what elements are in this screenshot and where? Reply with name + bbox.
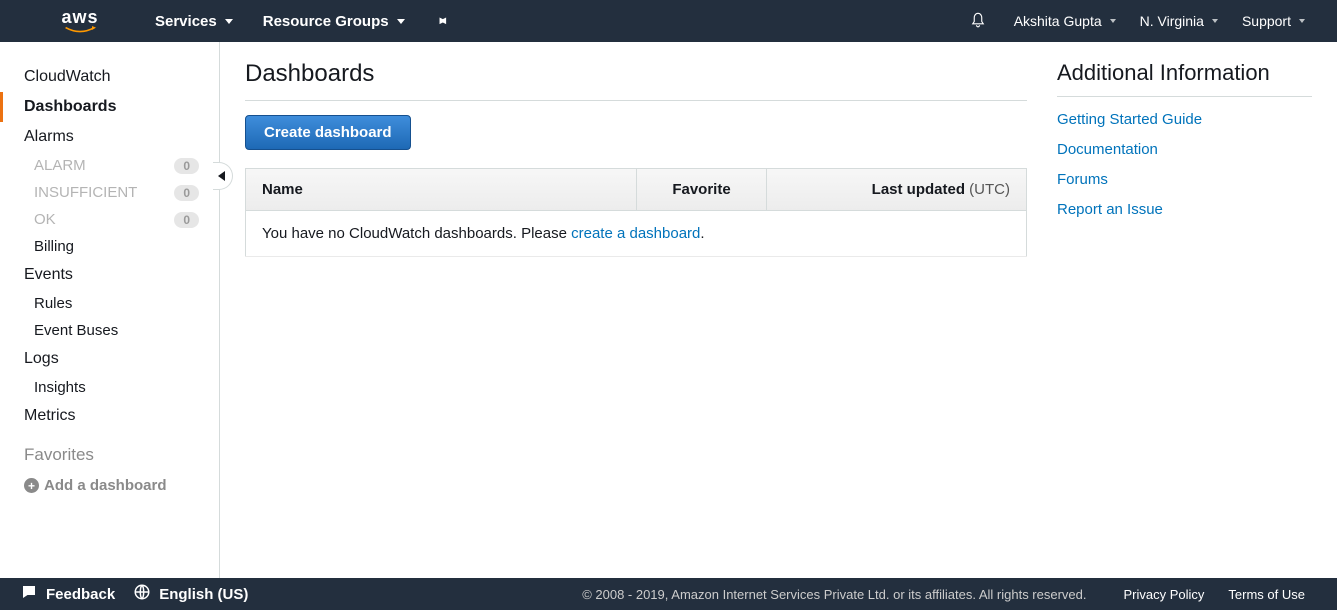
sidebar-billing[interactable]: Billing [0,233,219,260]
add-dashboard-button[interactable]: + Add a dashboard [0,471,219,500]
insufficient-count: 0 [174,185,199,201]
caret-down-icon [1299,19,1305,23]
link-getting-started[interactable]: Getting Started Guide [1057,111,1312,128]
support-menu[interactable]: Support [1230,13,1317,29]
ok-label: OK [34,211,56,228]
chat-icon [20,583,38,605]
user-menu[interactable]: Akshita Gupta [1002,13,1128,29]
alarm-state-count: 0 [174,158,199,174]
pin-icon[interactable] [420,13,464,30]
sidebar-events[interactable]: Events [0,260,219,290]
top-nav: aws Services Resource Groups Akshita Gup… [0,0,1337,42]
region-label: N. Virginia [1140,13,1204,29]
add-dashboard-label: Add a dashboard [44,477,167,494]
billing-label: Billing [34,238,74,255]
aws-logo-text: aws [61,8,98,26]
caret-down-icon [1110,19,1116,23]
caret-down-icon [225,19,233,24]
create-dashboard-button[interactable]: Create dashboard [245,115,411,150]
empty-message: You have no CloudWatch dashboards. Pleas… [246,211,1027,257]
sidebar-insights[interactable]: Insights [0,374,219,401]
region-menu[interactable]: N. Virginia [1128,13,1230,29]
sidebar: CloudWatch Dashboards Alarms ALARM 0 INS… [0,42,220,578]
globe-icon [133,583,151,605]
info-panel: Additional Information Getting Started G… [1057,60,1312,578]
sidebar-metrics[interactable]: Metrics [0,401,219,431]
column-favorite[interactable]: Favorite [637,169,767,211]
services-menu[interactable]: Services [140,0,248,42]
caret-down-icon [1212,19,1218,23]
aws-swoosh-icon [60,26,100,34]
resource-groups-menu[interactable]: Resource Groups [248,0,420,42]
sidebar-insufficient[interactable]: INSUFFICIENT 0 [0,179,219,206]
feedback-button[interactable]: Feedback [20,583,115,605]
footer: Feedback English (US) © 2008 - 2019, Ama… [0,578,1337,610]
sidebar-event-buses[interactable]: Event Buses [0,317,219,344]
column-last-updated[interactable]: Last updated (UTC) [767,169,1027,211]
empty-suffix: . [700,225,704,242]
sidebar-alarm-state[interactable]: ALARM 0 [0,152,219,179]
create-dashboard-link[interactable]: create a dashboard [571,225,700,242]
favorites-heading: Favorites [0,431,219,471]
content-main: Dashboards Create dashboard Name Favorit… [245,60,1027,578]
updated-label: Last updated [872,181,965,198]
sidebar-cloudwatch[interactable]: CloudWatch [0,62,219,92]
sidebar-rules[interactable]: Rules [0,290,219,317]
caret-down-icon [397,19,405,24]
link-documentation[interactable]: Documentation [1057,141,1312,158]
link-report-issue[interactable]: Report an Issue [1057,201,1312,218]
rules-label: Rules [34,295,72,312]
column-name[interactable]: Name [246,169,637,211]
support-label: Support [1242,13,1291,29]
dashboards-table: Name Favorite Last updated (UTC) You hav… [245,168,1027,257]
info-title: Additional Information [1057,60,1312,97]
updated-utc: (UTC) [965,181,1010,198]
sidebar-ok[interactable]: OK 0 [0,206,219,233]
sidebar-logs[interactable]: Logs [0,344,219,374]
aws-logo[interactable]: aws [60,8,100,34]
language-selector[interactable]: English (US) [133,583,248,605]
empty-prefix: You have no CloudWatch dashboards. Pleas… [262,225,571,242]
feedback-label: Feedback [46,586,115,603]
language-label: English (US) [159,586,248,603]
notifications-icon[interactable] [954,11,1002,32]
page-title: Dashboards [245,60,1027,101]
sidebar-alarms[interactable]: Alarms [0,122,219,152]
alarm-state-label: ALARM [34,157,86,174]
link-forums[interactable]: Forums [1057,171,1312,188]
user-label: Akshita Gupta [1014,13,1102,29]
plus-circle-icon: + [24,478,39,493]
ok-count: 0 [174,212,199,228]
services-label: Services [155,13,217,30]
sidebar-dashboards[interactable]: Dashboards [0,92,219,122]
insufficient-label: INSUFFICIENT [34,184,137,201]
privacy-link[interactable]: Privacy Policy [1112,587,1217,602]
terms-link[interactable]: Terms of Use [1216,587,1317,602]
resource-groups-label: Resource Groups [263,13,389,30]
footer-copyright: © 2008 - 2019, Amazon Internet Services … [582,587,1111,602]
insights-label: Insights [34,379,86,396]
event-buses-label: Event Buses [34,322,118,339]
